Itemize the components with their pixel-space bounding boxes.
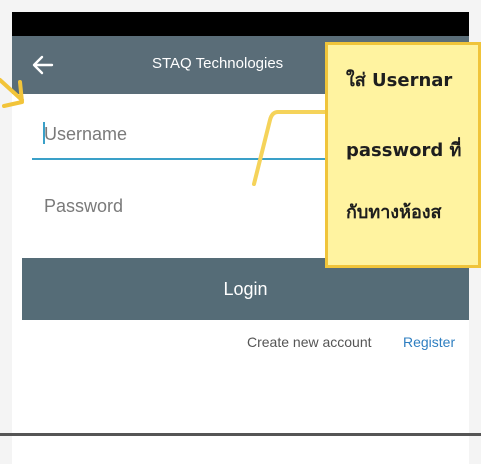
status-bar: [12, 12, 469, 36]
annotation-callout: ใส่ Usernar password ที่ กับทางห้องส: [325, 42, 481, 268]
callout-line: กับทางห้องส: [346, 202, 442, 223]
callout-line: password ที่: [346, 140, 462, 161]
annotation-arrow-icon: [0, 78, 24, 108]
screen-bottom-edge: [0, 433, 481, 436]
screenshot-frame-top: [0, 0, 481, 12]
screenshot-frame-left: [0, 0, 12, 464]
password-placeholder: Password: [44, 196, 124, 216]
app-title: STAQ Technologies: [152, 55, 284, 72]
username-placeholder: Username: [44, 124, 128, 144]
callout-pointer: [252, 110, 328, 186]
callout-line: ใส่ Usernar: [346, 70, 453, 91]
create-account-text: Create new account: [247, 334, 372, 350]
register-link[interactable]: Register: [403, 334, 455, 350]
